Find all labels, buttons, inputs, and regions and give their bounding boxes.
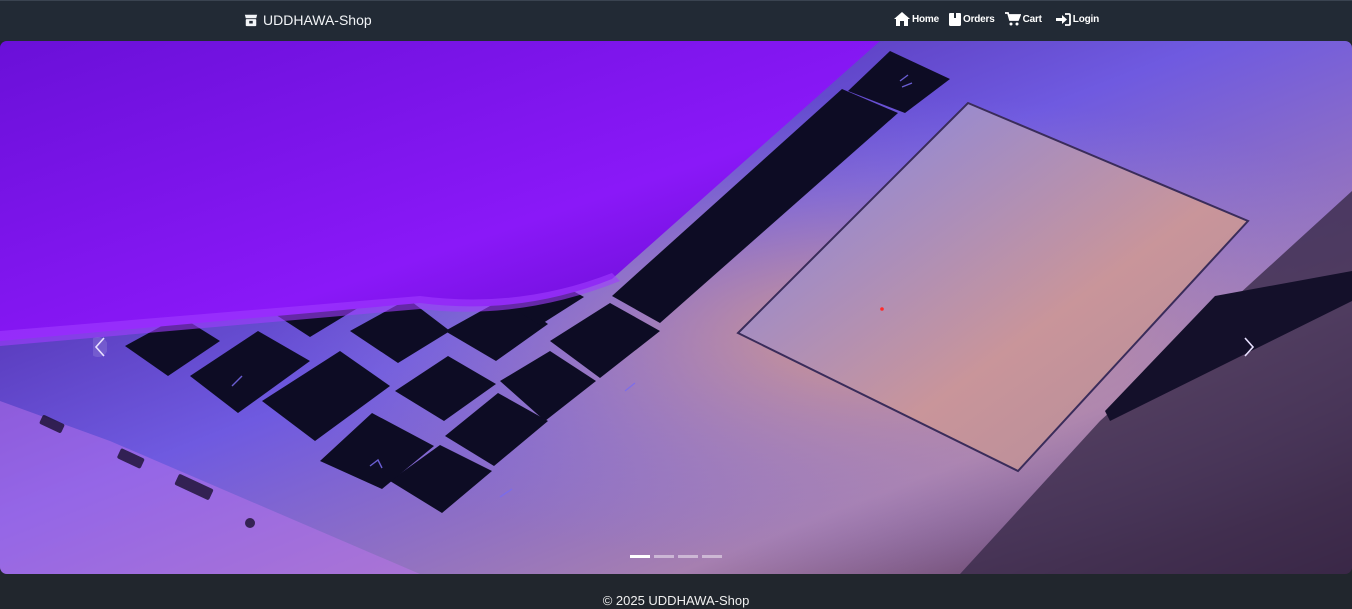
nav-orders[interactable]: Orders: [948, 12, 995, 26]
box-icon: [948, 12, 961, 26]
nav-orders-label: Orders: [962, 13, 995, 25]
carousel-next-button[interactable]: [1237, 331, 1261, 363]
store-icon: [244, 14, 258, 27]
chevron-left-icon: [93, 337, 107, 357]
nav-login[interactable]: Login: [1055, 12, 1100, 26]
home-icon: [894, 12, 910, 26]
nav-links: Home Orders Cart Login: [894, 12, 1099, 26]
nav-cart-label: Cart: [1022, 13, 1042, 25]
brand-label: UDDHAWA-Shop: [263, 12, 372, 28]
carousel-indicator-4[interactable]: [702, 555, 722, 558]
login-icon: [1055, 12, 1071, 26]
nav-cart[interactable]: Cart: [1004, 12, 1042, 26]
footer: © 2025 UDDHAWA-Shop: [0, 574, 1352, 609]
laptop-hero-image: [0, 41, 1352, 574]
nav-login-label: Login: [1072, 13, 1100, 25]
carousel-indicator-1[interactable]: [630, 555, 650, 558]
nav-home[interactable]: Home: [894, 12, 939, 26]
carousel-indicator-3[interactable]: [678, 555, 698, 558]
chevron-right-icon: [1244, 337, 1255, 357]
carousel-indicator-2[interactable]: [654, 555, 674, 558]
hero-carousel: [0, 41, 1352, 574]
brand-link[interactable]: UDDHAWA-Shop: [244, 12, 372, 28]
footer-copyright: © 2025 UDDHAWA-Shop: [602, 593, 750, 608]
carousel-prev-button[interactable]: [88, 331, 112, 363]
navbar: UDDHAWA-Shop Home Orders Cart Login: [0, 0, 1352, 41]
carousel-indicators: [630, 555, 722, 558]
nav-home-label: Home: [912, 13, 939, 25]
cart-icon: [1004, 12, 1021, 26]
